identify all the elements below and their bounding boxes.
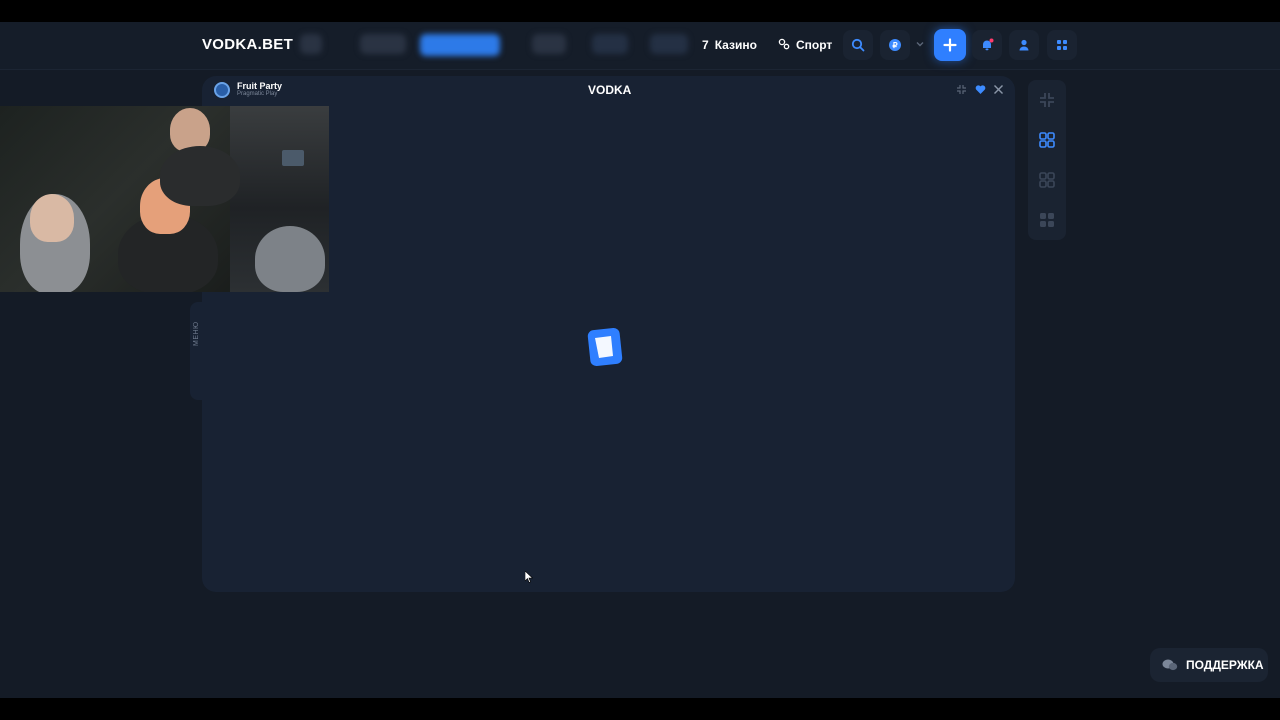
webcam-overlay [0,106,329,292]
app-frame: VODKA.BET 7 Казино Спорт ₽ МЕНЮ Fruit Pa… [0,22,1280,698]
deposit-plus-button[interactable] [934,29,966,61]
chevron-down-icon[interactable] [914,38,926,50]
currency-button[interactable]: ₽ [880,30,910,60]
grid-icon [1057,40,1067,50]
support-button[interactable]: ПОДДЕРЖКА [1150,648,1268,682]
layout-single-button[interactable] [1037,130,1057,150]
plus-icon [943,38,957,52]
favorite-button[interactable] [974,83,986,95]
layout-double-icon [1039,172,1055,188]
blurred-nav-item[interactable] [300,34,322,54]
nav-casino[interactable]: 7 Казино [702,36,757,54]
user-icon [1019,39,1029,51]
webcam-person [30,194,74,242]
blurred-nav-item[interactable] [360,34,406,54]
layout-double-button[interactable] [1037,170,1057,190]
blurred-nav-item[interactable] [650,34,688,54]
notifications-button[interactable] [972,30,1002,60]
nav-sport[interactable]: Спорт [778,36,832,54]
apps-button[interactable] [1047,30,1077,60]
search-icon [851,38,865,52]
seven-icon: 7 [702,38,709,52]
blurred-nav-item[interactable] [532,34,566,54]
collapse-icon [1040,93,1054,107]
svg-text:₽: ₽ [892,41,897,50]
blurred-nav-item[interactable] [592,34,628,54]
close-game-button[interactable] [992,83,1004,95]
nav-casino-label: Казино [714,38,757,52]
chat-icon [1162,659,1178,671]
webcam-person [255,226,325,292]
nav-sport-label: Спорт [796,38,833,52]
game-window-logo: VODKA [588,83,632,97]
sport-icon [778,38,790,53]
layout-quad-button[interactable] [1037,210,1057,230]
loading-spinner-icon [587,328,623,366]
close-icon [993,84,1003,94]
fullscreen-icon [956,84,966,94]
top-navigation: VODKA.BET 7 Казино Спорт ₽ [0,22,1280,70]
webcam-screen [282,150,304,166]
webcam-person [160,146,240,206]
heart-icon [975,84,985,94]
layout-quad-icon [1040,213,1054,227]
layout-rail [1028,80,1066,240]
game-title: Fruit Party [237,81,283,91]
game-window-header: Fruit Party Pragmatic Play VODKA [202,76,1015,104]
mouse-cursor-icon [525,571,533,583]
provider-icon [214,82,230,98]
search-button[interactable] [843,30,873,60]
blurred-nav-item-active[interactable] [420,34,500,56]
game-provider: Pragmatic Play [237,91,278,97]
support-label: ПОДДЕРЖКА [1186,658,1264,672]
collapse-button[interactable] [1037,90,1057,110]
layout-single-icon [1039,132,1055,148]
bell-icon [983,38,994,51]
brand-logo[interactable]: VODKA.BET [202,36,293,53]
currency-icon: ₽ [889,39,901,51]
fullscreen-button[interactable] [955,83,967,95]
side-menu-label: МЕНЮ [193,321,200,346]
profile-button[interactable] [1009,30,1039,60]
